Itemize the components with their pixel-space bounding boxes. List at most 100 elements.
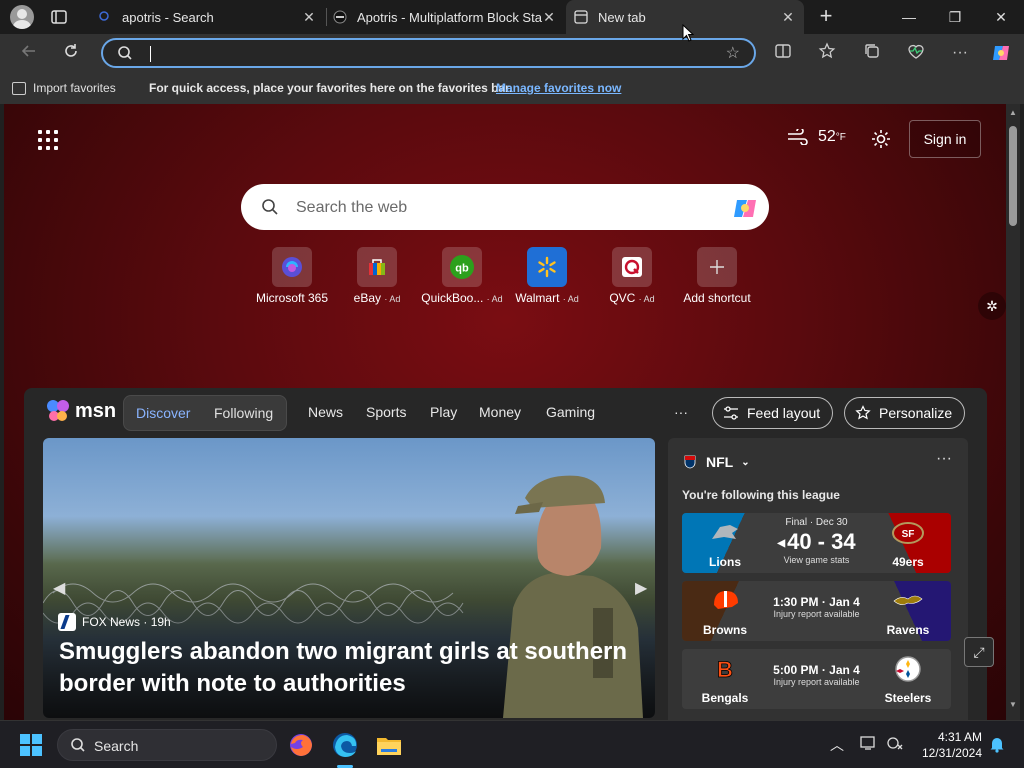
- page-scrollbar[interactable]: ▲ ▼: [1006, 104, 1020, 720]
- new-tab-page: 52 °F Sign in Search the web Microsoft 3…: [4, 104, 1006, 720]
- browser-essentials-icon[interactable]: [905, 42, 927, 64]
- expand-feed-icon[interactable]: ⤢: [964, 637, 994, 667]
- feed-nav-money[interactable]: Money: [479, 404, 521, 420]
- taskbar-search[interactable]: Search: [57, 729, 277, 761]
- network-muted-icon[interactable]: [886, 735, 904, 754]
- feed-layout-button[interactable]: Feed layout: [712, 397, 834, 429]
- favorite-star-icon[interactable]: ☆: [726, 43, 740, 63]
- temperature-unit: °F: [835, 131, 846, 143]
- browns-helmet-icon: [714, 591, 738, 609]
- tab-apotris-site[interactable]: Apotris - Multiplatform Block Stac ✕: [327, 0, 565, 34]
- feed-layout-label: Feed layout: [747, 405, 821, 421]
- personalize-button[interactable]: Personalize: [844, 397, 966, 429]
- game-bengals-steelers[interactable]: B Bengals 5:00 PM · Jan 4 Injury report …: [682, 649, 951, 709]
- collections-icon[interactable]: [861, 42, 883, 64]
- steelers-logo-icon: [895, 656, 921, 682]
- edge-icon[interactable]: [331, 731, 359, 759]
- show-hidden-icons-chevron-icon[interactable]: ︿: [830, 735, 844, 755]
- weather-widget[interactable]: 52 °F: [786, 127, 846, 146]
- league-subtitle: You're following this league: [682, 488, 840, 502]
- team-away: Steelers: [865, 649, 951, 709]
- refresh-icon[interactable]: [60, 42, 82, 64]
- hero-story-card[interactable]: ◀ ▶ FOX News · 19h Smugglers abandon two…: [43, 438, 655, 718]
- scroll-up-icon[interactable]: ▲: [1009, 108, 1017, 117]
- tab-apotris-search[interactable]: apotris - Search ✕: [90, 0, 325, 34]
- story-headline[interactable]: Smugglers abandon two migrant girls at s…: [59, 636, 639, 700]
- next-arrow-icon[interactable]: ▶: [635, 578, 647, 598]
- app-launcher-icon[interactable]: [38, 130, 58, 150]
- shortcut-label: QuickBoo...: [421, 291, 484, 305]
- feed-nav-gaming[interactable]: Gaming: [546, 404, 595, 420]
- display-icon[interactable]: [860, 735, 878, 754]
- windows-start-icon[interactable]: [20, 734, 42, 756]
- copilot-icon[interactable]: [990, 42, 1012, 64]
- settings-more-icon[interactable]: ···: [949, 42, 971, 64]
- shortcut-microsoft-365[interactable]: Microsoft 365: [247, 247, 337, 305]
- tab-discover[interactable]: Discover: [136, 405, 190, 421]
- file-explorer-icon[interactable]: [375, 731, 403, 759]
- favorites-icon[interactable]: [816, 42, 838, 64]
- team-name: Browns: [702, 623, 747, 637]
- ebay-icon: [357, 247, 397, 287]
- story-age: · 19h: [143, 615, 171, 629]
- team-name: Lions: [709, 555, 741, 569]
- msn-feed: msn Discover Following News Sports Play …: [24, 388, 987, 720]
- page-settings-gear-icon[interactable]: [870, 128, 892, 150]
- wind-icon: [786, 127, 810, 146]
- back-arrow-icon[interactable]: [18, 42, 40, 64]
- address-bar[interactable]: ☆: [101, 38, 756, 68]
- shortcut-ebay[interactable]: eBay · Ad: [332, 247, 422, 305]
- feed-nav-play[interactable]: Play: [430, 404, 457, 420]
- game-time: 1:30 PM · Jan 4: [773, 595, 860, 609]
- scroll-thumb[interactable]: [1009, 126, 1017, 226]
- new-tab-button[interactable]: +: [814, 5, 838, 28]
- scroll-down-icon[interactable]: ▼: [1009, 700, 1017, 709]
- shortcut-qvc[interactable]: QVC · Ad: [587, 247, 677, 305]
- shortcut-label: QVC: [609, 291, 636, 305]
- split-screen-icon[interactable]: [772, 42, 794, 64]
- maximize-button[interactable]: ❐: [932, 0, 978, 34]
- game-note[interactable]: Injury report available: [768, 609, 865, 619]
- game-lions-49ers[interactable]: Lions Final · Dec 30 ◀40 - 34 View game …: [682, 513, 951, 573]
- web-search-box[interactable]: Search the web: [241, 184, 769, 230]
- sign-in-button[interactable]: Sign in: [909, 120, 981, 158]
- nfl-more-icon[interactable]: ···: [936, 450, 952, 468]
- feed-nav-more[interactable]: ···: [674, 404, 688, 420]
- tab-following[interactable]: Following: [214, 405, 273, 421]
- previous-arrow-icon[interactable]: ◀: [53, 578, 65, 598]
- minimize-button[interactable]: —: [886, 0, 932, 34]
- close-tab-icon[interactable]: ✕: [301, 9, 317, 26]
- shortcut-walmart[interactable]: Walmart · Ad: [502, 247, 592, 305]
- shortcut-label: Microsoft 365: [255, 291, 329, 305]
- game-browns-ravens[interactable]: Browns 1:30 PM · Jan 4 Injury report ava…: [682, 581, 951, 641]
- copilot-icon[interactable]: [731, 194, 759, 222]
- close-tab-icon[interactable]: ✕: [541, 9, 557, 26]
- msn-wordmark: msn: [75, 399, 117, 422]
- feed-toggle: Discover Following: [123, 395, 287, 431]
- feed-nav-sports[interactable]: Sports: [366, 404, 406, 420]
- game-info: Final · Dec 30 ◀40 - 34 View game stats: [768, 513, 865, 573]
- feed-nav-news[interactable]: News: [308, 404, 343, 420]
- game-note[interactable]: View game stats: [768, 555, 865, 565]
- msn-logo[interactable]: msn: [45, 398, 116, 424]
- close-window-button[interactable]: ✕: [978, 0, 1024, 34]
- game-info: 1:30 PM · Jan 4 Injury report available: [768, 581, 865, 641]
- text-caret: [150, 46, 151, 62]
- clock-date: 12/31/2024: [921, 746, 982, 760]
- story-source: FOX News · 19h: [58, 613, 171, 631]
- game-note[interactable]: Injury report available: [768, 677, 865, 687]
- tab-actions-icon[interactable]: [50, 8, 68, 26]
- sparkle-icon[interactable]: ✲: [978, 292, 1006, 320]
- add-shortcut-button[interactable]: Add shortcut: [672, 247, 762, 305]
- close-tab-icon[interactable]: ✕: [780, 9, 796, 26]
- manage-favorites-link[interactable]: Manage favorites now: [496, 81, 621, 95]
- notification-bell-icon[interactable]: [988, 735, 1006, 753]
- shortcut-quickbooks[interactable]: qb QuickBoo... · Ad: [417, 247, 507, 305]
- winner-indicator-icon: ◀: [777, 537, 786, 549]
- profile-avatar-icon[interactable]: [10, 5, 34, 29]
- system-clock[interactable]: 4:31 AM 12/31/2024: [910, 729, 982, 761]
- import-favorites-button[interactable]: Import favorites: [12, 81, 116, 95]
- favorites-bar: Import favorites For quick access, place…: [0, 72, 1024, 104]
- nfl-league-selector[interactable]: NFL ⌄: [684, 454, 750, 470]
- firefox-icon[interactable]: [287, 731, 315, 759]
